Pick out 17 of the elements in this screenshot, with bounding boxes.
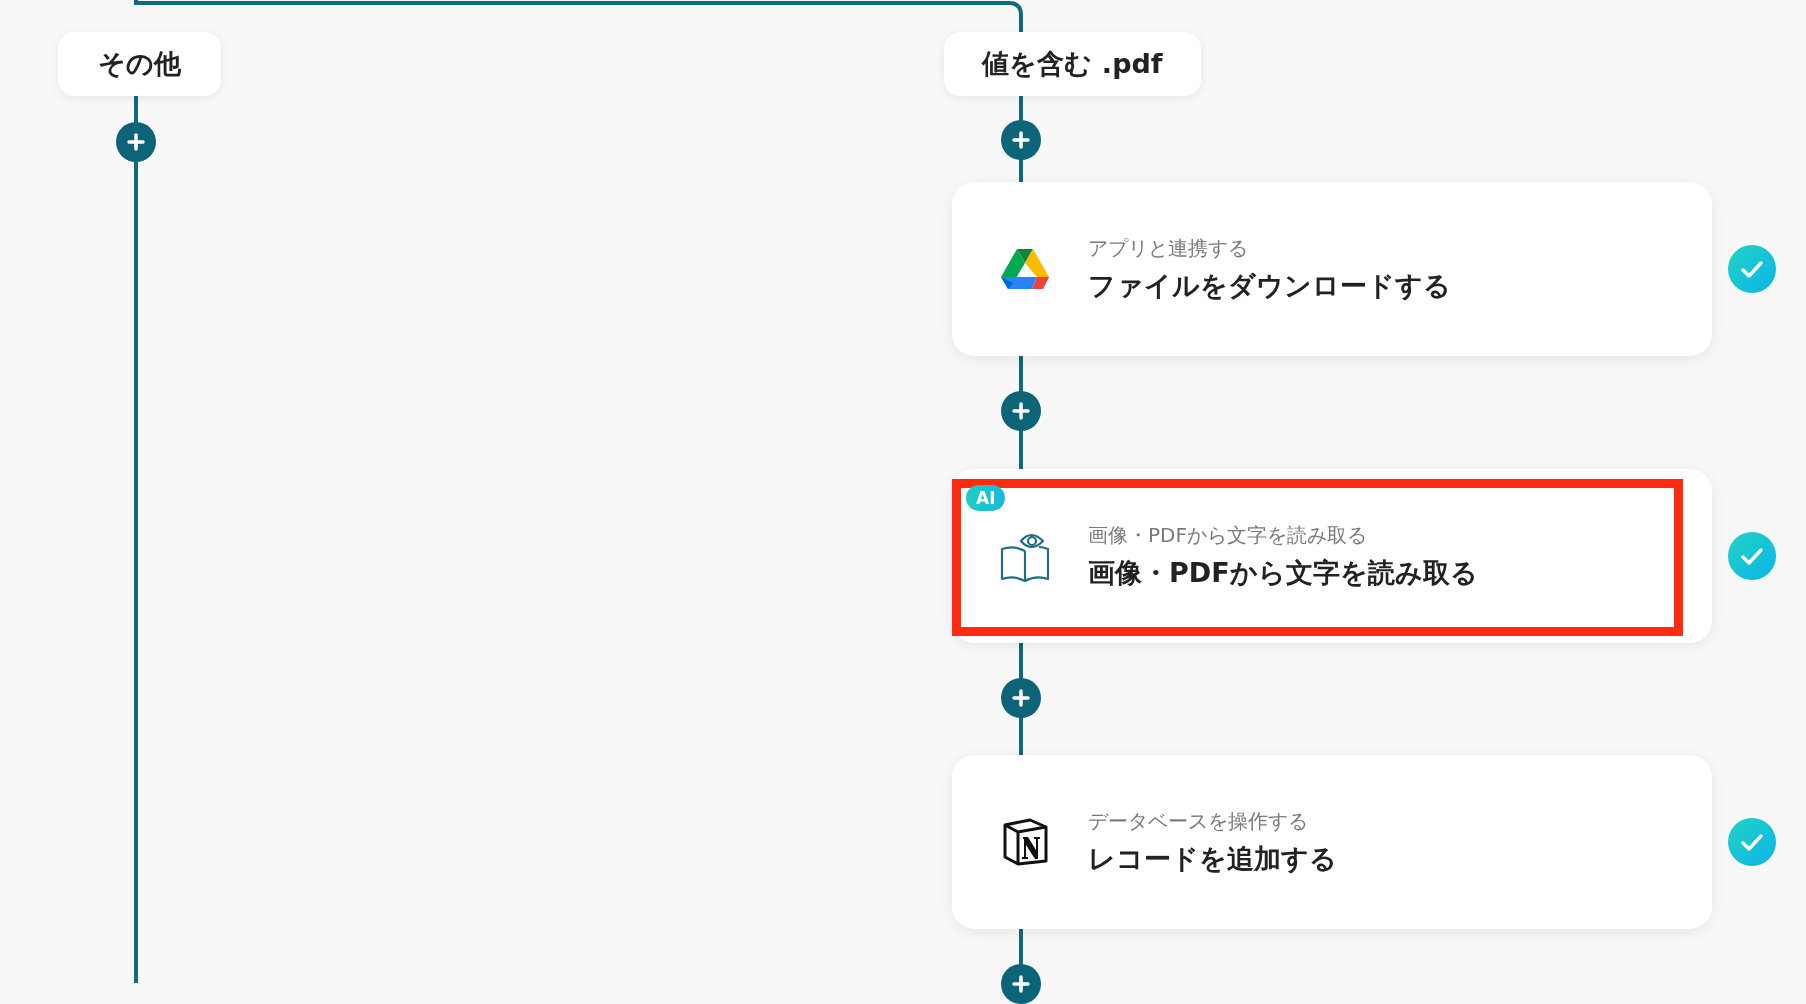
add-step-button[interactable] (1001, 678, 1041, 718)
step-title: レコードを追加する (1088, 841, 1337, 876)
add-step-button[interactable] (1001, 391, 1041, 431)
branch-label: 値を含む .pdf (944, 32, 1201, 96)
branch-label: その他 (58, 32, 221, 96)
add-step-button[interactable] (1001, 964, 1041, 1004)
add-step-button[interactable] (1001, 120, 1041, 160)
step-card[interactable]: アプリと連携する ファイルをダウンロードする (952, 182, 1712, 356)
step-title: 画像・PDFから文字を読み取る (1088, 555, 1478, 590)
ai-badge: AI (966, 485, 1006, 511)
add-step-button[interactable] (116, 122, 156, 162)
step-subtitle: データベースを操作する (1088, 807, 1309, 835)
step-title: ファイルをダウンロードする (1088, 268, 1451, 303)
step-subtitle: アプリと連携する (1088, 234, 1249, 262)
step-card[interactable]: データベースを操作する レコードを追加する (952, 755, 1712, 929)
step-subtitle: 画像・PDFから文字を読み取る (1088, 521, 1368, 549)
drive-triangle-icon (1000, 247, 1050, 291)
